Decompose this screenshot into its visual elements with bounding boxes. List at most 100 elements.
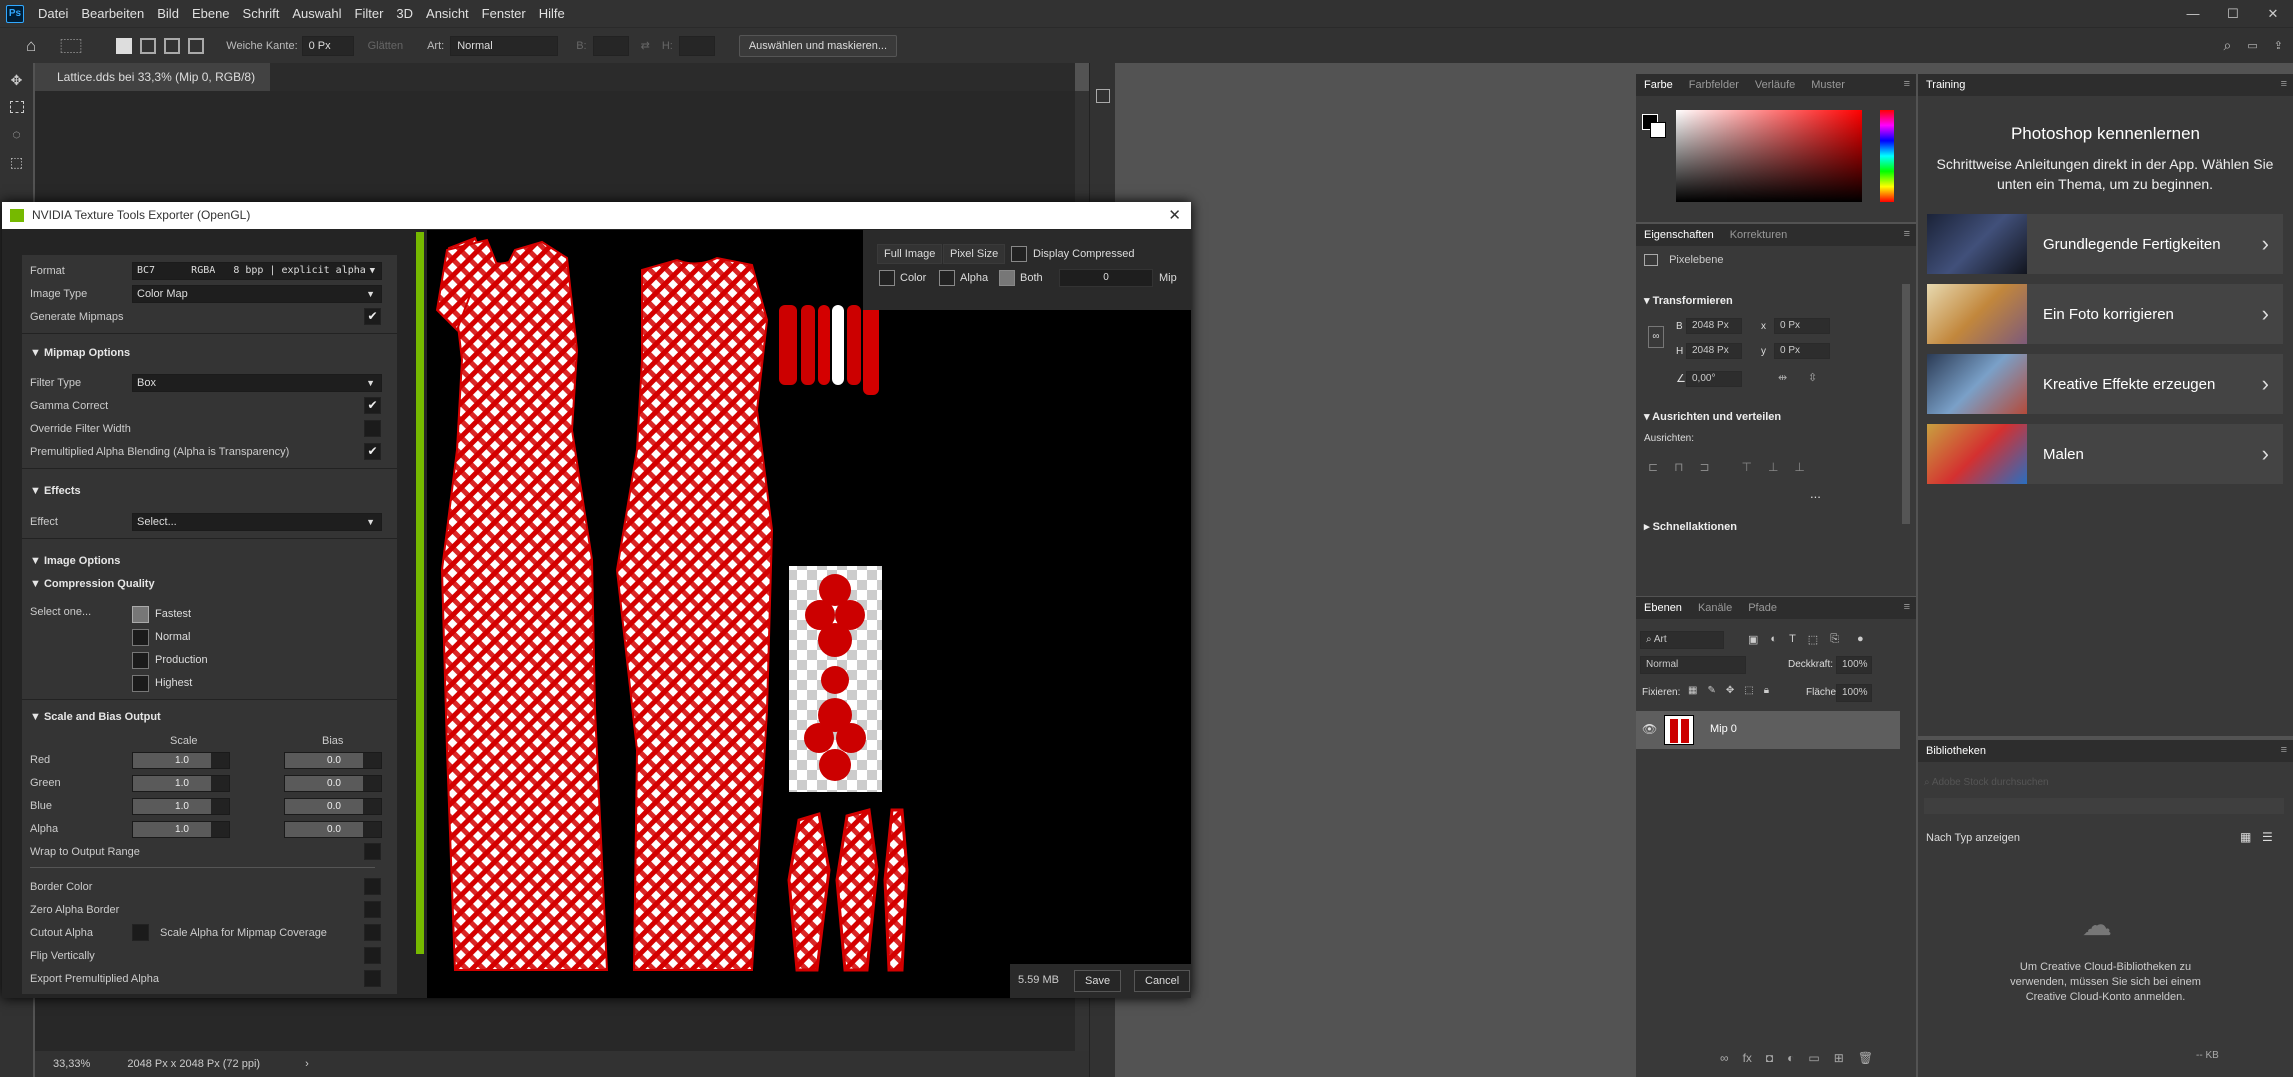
compression-quality-header[interactable]: ▼ Compression Quality: [30, 578, 155, 590]
dialog-close-button[interactable]: ✕: [1168, 202, 1181, 229]
panel-menu-icon[interactable]: ≡: [1904, 228, 1910, 240]
format-select[interactable]: BC7 RGBA 8 bpp | explicit alpha: [132, 262, 382, 280]
filter-type-icon[interactable]: T: [1789, 633, 1796, 646]
red-bias-slider[interactable]: 0.0: [284, 752, 382, 769]
flip-vertically-checkbox[interactable]: [364, 947, 381, 964]
filter-pixel-icon[interactable]: ▣: [1748, 633, 1758, 646]
x-input[interactable]: 0 Px: [1774, 318, 1830, 334]
training-card-painting[interactable]: Malen ›: [1927, 424, 2283, 484]
mask-icon[interactable]: ◘: [1766, 1051, 1773, 1065]
image-options-header[interactable]: ▼ Image Options: [30, 555, 120, 567]
menu-auswahl[interactable]: Auswahl: [292, 6, 341, 21]
status-arrow-icon[interactable]: ›: [305, 1058, 309, 1070]
effect-select[interactable]: Select...: [132, 513, 382, 531]
fx-icon[interactable]: fx: [1743, 1051, 1752, 1065]
premultiplied-alpha-checkbox[interactable]: ✔: [364, 443, 381, 460]
height-input[interactable]: [678, 35, 715, 56]
alpha-checkbox[interactable]: [939, 270, 955, 286]
filter-shape-icon[interactable]: ⬚: [1808, 633, 1818, 646]
scale-alpha-mip-checkbox[interactable]: [364, 924, 381, 941]
filter-adjust-icon[interactable]: ◐: [1770, 633, 1777, 646]
save-button[interactable]: Save: [1074, 970, 1122, 992]
quality-normal-checkbox[interactable]: [132, 629, 149, 646]
display-compressed-checkbox[interactable]: [1011, 246, 1027, 262]
layer-row[interactable]: 👁︎ Mip 0: [1636, 711, 1900, 749]
tab-training[interactable]: Training: [1926, 79, 1965, 91]
panel-menu-icon[interactable]: ≡: [1904, 78, 1910, 90]
lock-all-icon[interactable]: 🔒︎: [1764, 685, 1769, 696]
green-scale-slider[interactable]: 1.0: [132, 775, 230, 792]
link-icon[interactable]: ∞: [1648, 326, 1664, 348]
alpha-bias-slider[interactable]: 0.0: [284, 821, 382, 838]
document-tab[interactable]: Lattice.dds bei 33,3% (Mip 0, RGB/8) ×: [35, 63, 270, 112]
flip-vertical-icon[interactable]: ⇳: [1808, 371, 1817, 384]
soft-edge-input[interactable]: 0 Px: [301, 35, 354, 56]
texture-preview[interactable]: [427, 230, 1191, 998]
minimize-button[interactable]: —: [2173, 0, 2213, 27]
quality-production-checkbox[interactable]: [132, 652, 149, 669]
lock-position-icon[interactable]: ✥: [1726, 685, 1734, 696]
menu-3d[interactable]: 3D: [396, 6, 413, 21]
green-bias-slider[interactable]: 0.0: [284, 775, 382, 792]
library-select[interactable]: [1924, 798, 2284, 814]
blue-scale-slider[interactable]: 1.0: [132, 798, 230, 815]
adjustment-icon[interactable]: ◐: [1787, 1051, 1794, 1065]
tab-pfade[interactable]: Pfade: [1748, 602, 1777, 614]
hue-slider[interactable]: [1880, 110, 1894, 202]
style-select[interactable]: Normal: [450, 35, 559, 56]
tab-bibliotheken[interactable]: Bibliotheken: [1926, 745, 1986, 757]
list-view-icon[interactable]: ☰: [2262, 830, 2273, 844]
link-layers-icon[interactable]: ∞: [1720, 1051, 1729, 1065]
dialog-titlebar[interactable]: NVIDIA Texture Tools Exporter (OpenGL) ✕: [2, 202, 1191, 229]
color-checkbox[interactable]: [879, 270, 895, 286]
intersect-selection-icon[interactable]: [188, 37, 205, 54]
effects-header[interactable]: ▼ Effects: [30, 485, 81, 497]
gamma-correct-checkbox[interactable]: ✔: [364, 397, 381, 414]
filter-smart-icon[interactable]: ⎘: [1830, 633, 1839, 646]
menu-filter[interactable]: Filter: [355, 6, 384, 21]
marquee-tool-preset-icon[interactable]: [61, 38, 82, 53]
trash-icon[interactable]: 🗑︎: [1858, 1051, 1873, 1065]
grid-view-icon[interactable]: ▦: [2240, 830, 2251, 844]
align-hcenter-icon[interactable]: ⊓: [1674, 460, 1683, 474]
quality-highest-checkbox[interactable]: [132, 675, 149, 692]
menu-hilfe[interactable]: Hilfe: [539, 6, 565, 21]
menu-bearbeiten[interactable]: Bearbeiten: [81, 6, 144, 21]
h-input[interactable]: 2048 Px: [1686, 343, 1742, 359]
menu-datei[interactable]: Datei: [38, 6, 68, 21]
quick-actions-header[interactable]: ▸ Schnellaktionen: [1644, 520, 1737, 533]
layer-filter-select[interactable]: ⌕ Art: [1640, 631, 1724, 649]
share-icon[interactable]: ⇪: [2274, 39, 2283, 52]
tab-ebenen[interactable]: Ebenen: [1644, 602, 1682, 614]
align-vcenter-icon[interactable]: ⊥: [1768, 460, 1778, 474]
filter-type-select[interactable]: Box: [132, 374, 382, 392]
cancel-button[interactable]: Cancel: [1134, 970, 1191, 992]
mip-level-input[interactable]: 0: [1059, 269, 1153, 287]
transform-header[interactable]: ▾ Transformieren: [1644, 294, 1733, 307]
select-and-mask-button[interactable]: Auswählen und maskieren...: [738, 34, 898, 57]
zoom-readout[interactable]: 33,33%: [53, 1058, 90, 1070]
angle-input[interactable]: 0,00°: [1686, 371, 1742, 387]
tab-verlaeufe[interactable]: Verläufe: [1755, 79, 1795, 91]
group-icon[interactable]: ▭: [1808, 1051, 1819, 1065]
y-input[interactable]: 0 Px: [1774, 343, 1830, 359]
align-right-icon[interactable]: ⊐: [1699, 460, 1709, 474]
add-selection-icon[interactable]: [140, 37, 157, 54]
menu-fenster[interactable]: Fenster: [482, 6, 526, 21]
properties-scrollbar[interactable]: [1902, 284, 1910, 524]
training-card-fix-photo[interactable]: Ein Foto korrigieren ›: [1927, 284, 2283, 344]
panel-menu-icon[interactable]: ≡: [2281, 744, 2287, 756]
menu-bild[interactable]: Bild: [157, 6, 179, 21]
border-color-checkbox[interactable]: [364, 878, 381, 895]
tab-eigenschaften[interactable]: Eigenschaften: [1644, 229, 1714, 241]
filter-toggle-icon[interactable]: ●: [1857, 633, 1864, 646]
color-picker-field[interactable]: [1676, 110, 1862, 202]
both-checkbox[interactable]: [999, 270, 1015, 286]
visibility-eye-icon[interactable]: 👁︎: [1642, 722, 1657, 736]
search-icon[interactable]: ⌕: [2224, 37, 2232, 54]
opacity-input[interactable]: 100%: [1836, 656, 1872, 674]
flip-horizontal-icon[interactable]: ⇹: [1778, 371, 1787, 384]
library-search-input[interactable]: ⌕ Adobe Stock durchsuchen: [1924, 774, 2284, 792]
close-window-button[interactable]: ✕: [2253, 0, 2293, 27]
generate-mipmaps-checkbox[interactable]: ✔: [364, 308, 381, 325]
